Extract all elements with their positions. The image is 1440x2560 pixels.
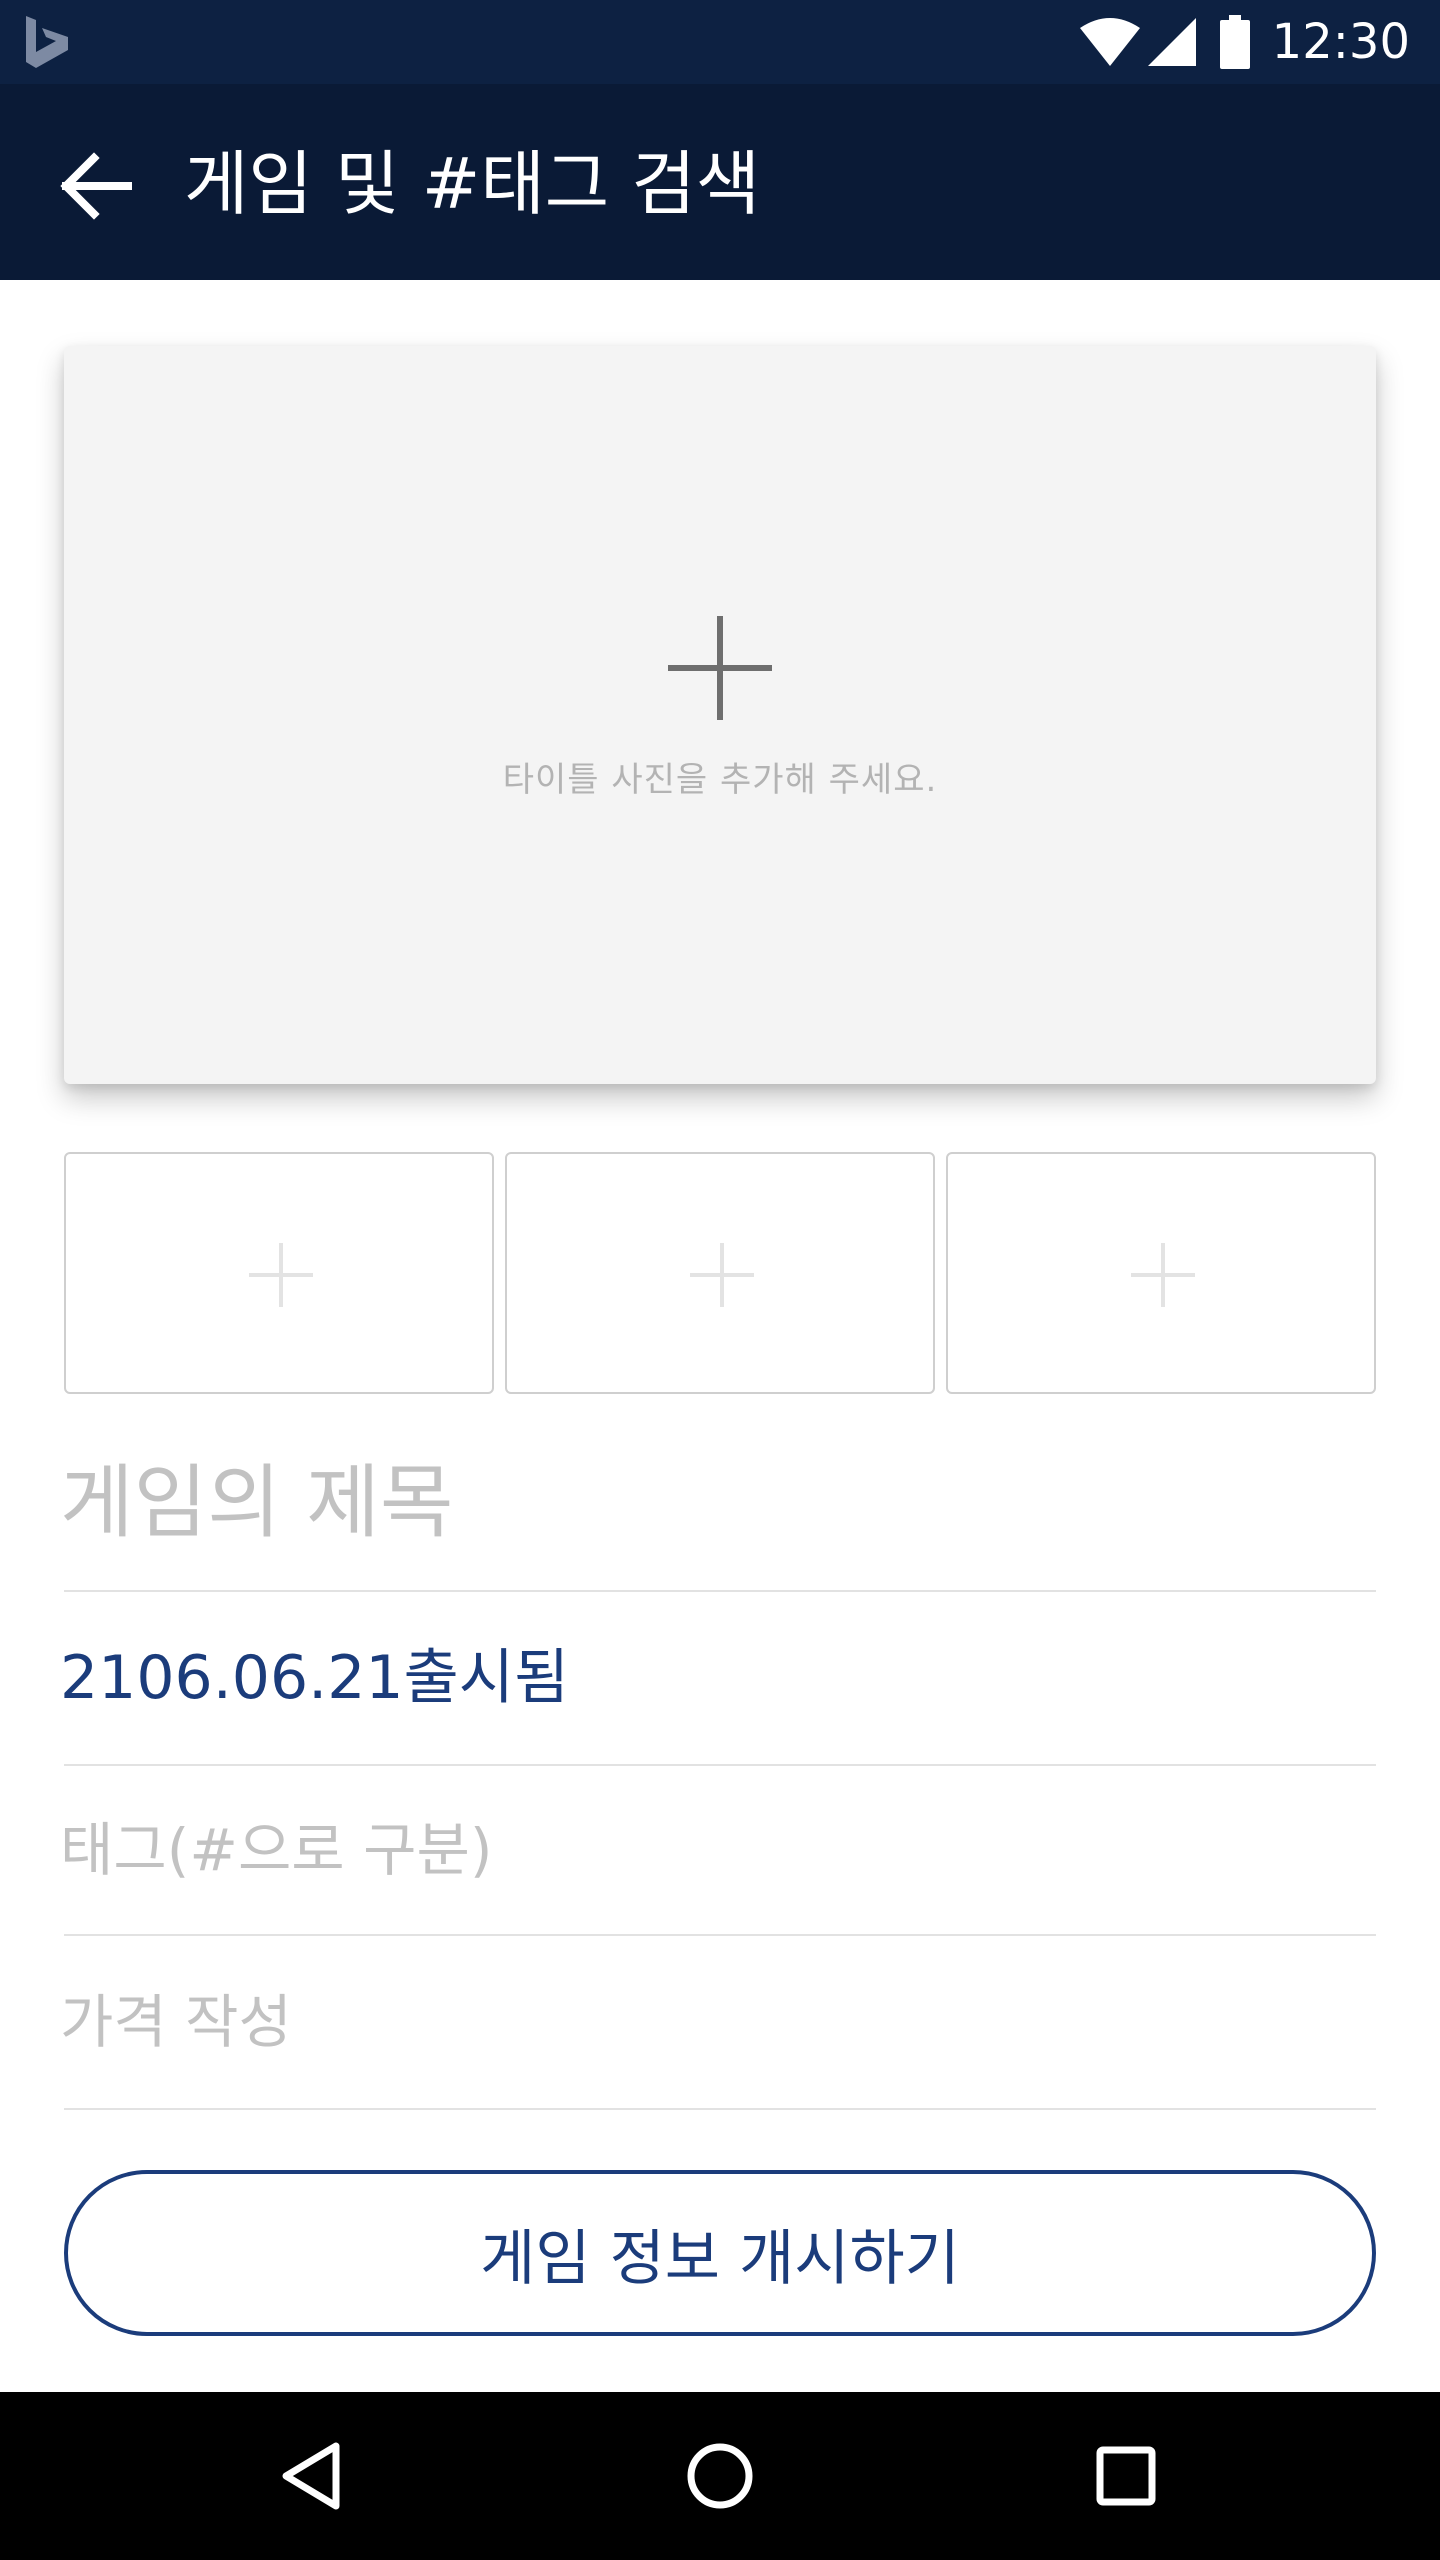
page-title: 게임 및 #태그 검색 <box>184 143 761 225</box>
app-bar: 게임 및 #태그 검색 <box>0 84 1440 280</box>
status-time: 12:30 <box>1271 14 1410 70</box>
battery-icon <box>1219 15 1250 69</box>
publish-game-info-button[interactable]: 게임 정보 개시하기 <box>64 2170 1376 2336</box>
status-bar: 12:30 <box>0 0 1440 84</box>
release-date-value: 2106.06.21출시됨 <box>60 1643 570 1713</box>
price-placeholder: 가격 작성 <box>60 1988 292 2056</box>
status-icons: 12:30 <box>1078 0 1410 84</box>
square-recents-icon[interactable] <box>1086 2436 1166 2516</box>
triangle-back-icon[interactable] <box>274 2436 354 2516</box>
plus-icon <box>668 616 772 720</box>
circle-home-icon[interactable] <box>680 2436 760 2516</box>
tags-placeholder: 태그(#으로 구분) <box>60 1816 493 1884</box>
publish-button-label: 게임 정보 개시하기 <box>480 2223 960 2294</box>
price-field[interactable]: 가격 작성 <box>60 1938 1376 2110</box>
bing-logo-icon <box>26 16 68 68</box>
plus-icon <box>1131 1243 1195 1307</box>
title-photo-upload[interactable] <box>64 346 1376 1084</box>
game-title-field[interactable]: 게임의 제목 <box>60 1440 1376 1592</box>
plus-icon <box>690 1243 754 1307</box>
tags-field[interactable]: 태그(#으로 구분) <box>60 1768 1376 1936</box>
screen: 12:30 게임 및 #태그 검색 타이틀 사진을 추가해 주세요. 게임의 제… <box>0 0 1440 2560</box>
thumbnail-upload-1[interactable] <box>64 1152 494 1394</box>
thumbnail-upload-2[interactable] <box>505 1152 935 1394</box>
game-title-placeholder: 게임의 제목 <box>60 1456 454 1549</box>
signal-icon <box>1147 18 1196 66</box>
wifi-icon <box>1079 18 1140 66</box>
plus-icon <box>249 1243 313 1307</box>
thumbnail-upload-3[interactable] <box>946 1152 1376 1394</box>
system-nav-bar <box>0 2392 1440 2560</box>
title-photo-hint: 타이틀 사진을 추가해 주세요. <box>502 760 938 800</box>
release-date-field[interactable]: 2106.06.21출시됨 <box>60 1594 1376 1766</box>
back-arrow-icon[interactable] <box>56 146 136 226</box>
